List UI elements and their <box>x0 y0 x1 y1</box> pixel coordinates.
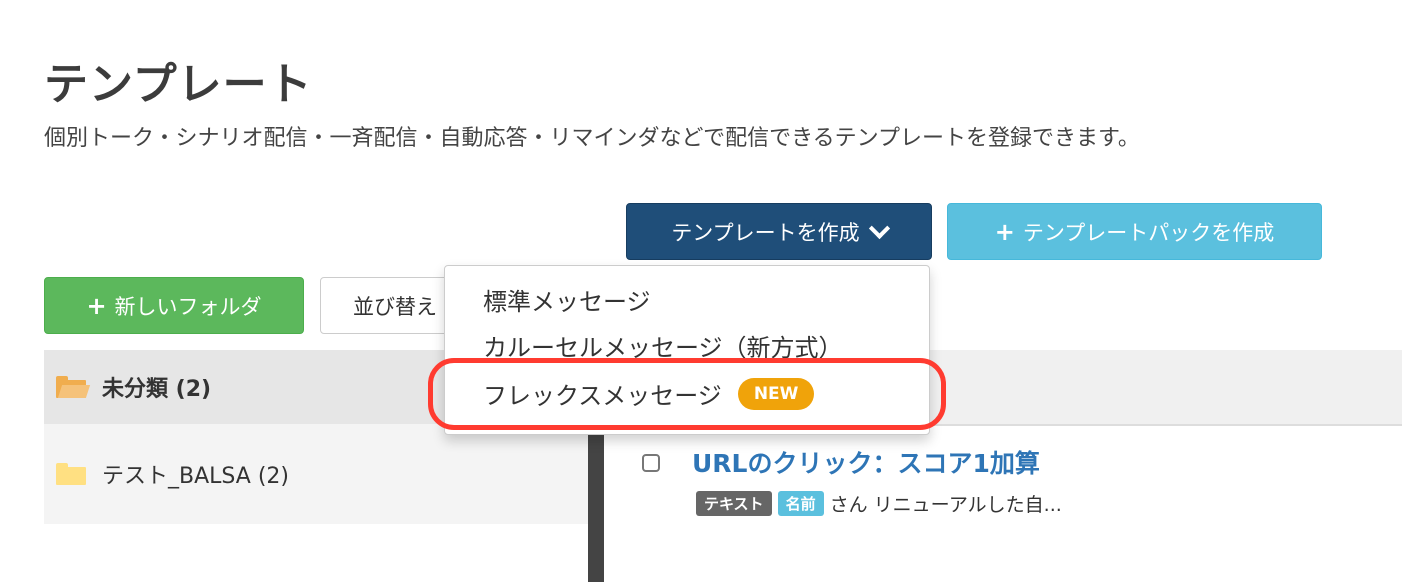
menu-item-standard-message[interactable]: 標準メッセージ <box>483 282 651 317</box>
template-preview: テキスト 名前 さん リニューアルした自... <box>696 490 1062 517</box>
new-folder-label: 新しいフォルダ <box>114 294 262 319</box>
template-preview-text: さん リニューアルした自... <box>829 494 1062 516</box>
template-row[interactable]: URLのクリック：スコア1加算 テキスト 名前 さん リニューアルした自... <box>626 440 1402 580</box>
create-template-button[interactable]: テンプレートを作成 <box>626 203 932 260</box>
plus-icon: + <box>86 291 107 320</box>
create-template-pack-button[interactable]: + テンプレートパックを作成 <box>947 203 1322 260</box>
folder-item-test-balsa[interactable]: テスト_BALSA (2) <box>44 424 590 524</box>
type-badge: テキスト <box>696 491 772 516</box>
create-template-pack-label: テンプレートパックを作成 <box>1022 220 1275 245</box>
folder-label: 未分類 (2) <box>102 377 212 402</box>
folder-icon <box>56 463 86 485</box>
sort-label: 並び替え <box>353 294 437 319</box>
folder-label: テスト_BALSA (2) <box>102 464 289 489</box>
sidebar-scrollbar[interactable] <box>588 422 604 582</box>
name-variable-badge: 名前 <box>777 491 824 516</box>
page-title: テンプレート <box>44 59 313 110</box>
template-checkbox[interactable] <box>642 454 660 472</box>
folder-open-icon <box>56 376 91 398</box>
menu-item-label: フレックスメッセージ <box>483 382 722 410</box>
new-badge: NEW <box>737 377 815 410</box>
new-folder-button[interactable]: + 新しいフォルダ <box>44 277 304 334</box>
chevron-down-icon <box>868 217 890 239</box>
create-template-label: テンプレートを作成 <box>671 220 860 245</box>
plus-icon: + <box>994 217 1015 246</box>
menu-item-label: 標準メッセージ <box>483 288 651 316</box>
page-description: 個別トーク・シナリオ配信・一斉配信・自動応答・リマインダなどで配信できるテンプレ… <box>44 126 1140 151</box>
template-title-link[interactable]: URLのクリック：スコア1加算 <box>692 444 1040 480</box>
menu-item-label: カルーセルメッセージ（新方式） <box>483 334 843 362</box>
menu-item-flex-message[interactable]: フレックスメッセージ NEW <box>483 376 815 411</box>
menu-item-carousel-message[interactable]: カルーセルメッセージ（新方式） <box>483 328 843 363</box>
create-template-dropdown-menu: 標準メッセージ カルーセルメッセージ（新方式） フレックスメッセージ NEW <box>444 265 930 435</box>
